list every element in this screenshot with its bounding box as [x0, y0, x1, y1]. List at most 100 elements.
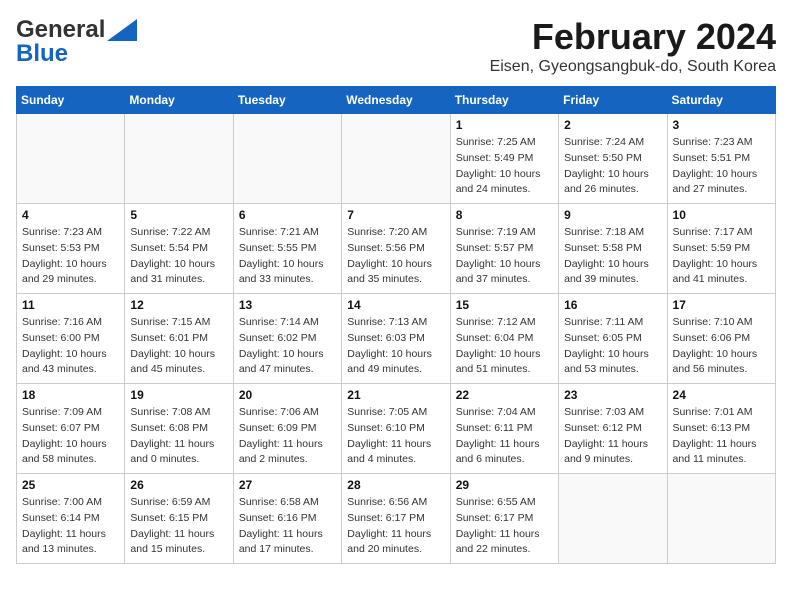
calendar-cell: 25 Sunrise: 7:00 AMSunset: 6:14 PMDayligh…: [17, 474, 125, 564]
day-info: Sunrise: 7:21 AMSunset: 5:55 PMDaylight:…: [239, 225, 336, 288]
day-info: Sunrise: 7:04 AMSunset: 6:11 PMDaylight:…: [456, 405, 553, 468]
weekday-wednesday: Wednesday: [342, 87, 450, 114]
day-number: 13: [239, 298, 336, 312]
calendar-cell: 26 Sunrise: 6:59 AMSunset: 6:15 PMDayligh…: [125, 474, 233, 564]
logo-icon: [107, 19, 137, 41]
day-info: Sunrise: 7:22 AMSunset: 5:54 PMDaylight:…: [130, 225, 227, 288]
day-info: Sunrise: 7:23 AMSunset: 5:51 PMDaylight:…: [673, 135, 770, 198]
day-info: Sunrise: 6:59 AMSunset: 6:15 PMDaylight:…: [130, 495, 227, 558]
day-number: 24: [673, 388, 770, 402]
calendar-cell: [559, 474, 667, 564]
weekday-tuesday: Tuesday: [233, 87, 341, 114]
day-number: 29: [456, 478, 553, 492]
logo: General Blue: [16, 16, 137, 68]
day-number: 6: [239, 208, 336, 222]
weekday-monday: Monday: [125, 87, 233, 114]
day-info: Sunrise: 7:05 AMSunset: 6:10 PMDaylight:…: [347, 405, 444, 468]
day-number: 28: [347, 478, 444, 492]
day-info: Sunrise: 7:25 AMSunset: 5:49 PMDaylight:…: [456, 135, 553, 198]
day-number: 4: [22, 208, 119, 222]
day-info: Sunrise: 7:23 AMSunset: 5:53 PMDaylight:…: [22, 225, 119, 288]
day-info: Sunrise: 7:03 AMSunset: 6:12 PMDaylight:…: [564, 405, 661, 468]
day-info: Sunrise: 7:01 AMSunset: 6:13 PMDaylight:…: [673, 405, 770, 468]
logo-blue: Blue: [16, 40, 68, 68]
day-number: 26: [130, 478, 227, 492]
day-info: Sunrise: 7:16 AMSunset: 6:00 PMDaylight:…: [22, 315, 119, 378]
day-info: Sunrise: 7:15 AMSunset: 6:01 PMDaylight:…: [130, 315, 227, 378]
calendar-cell: 2Sunrise: 7:24 AMSunset: 5:50 PMDaylight…: [559, 114, 667, 204]
calendar-cell: 5 Sunrise: 7:22 AMSunset: 5:54 PMDaylight…: [125, 204, 233, 294]
calendar-cell: 20Sunrise: 7:06 AMSunset: 6:09 PMDayligh…: [233, 384, 341, 474]
day-info: Sunrise: 7:10 AMSunset: 6:06 PMDaylight:…: [673, 315, 770, 378]
day-info: Sunrise: 6:55 AMSunset: 6:17 PMDaylight:…: [456, 495, 553, 558]
day-number: 3: [673, 118, 770, 132]
day-number: 9: [564, 208, 661, 222]
day-info: Sunrise: 7:08 AMSunset: 6:08 PMDaylight:…: [130, 405, 227, 468]
month-title: February 2024: [490, 16, 776, 58]
calendar-cell: 23 Sunrise: 7:03 AMSunset: 6:12 PMDayligh…: [559, 384, 667, 474]
calendar-cell: 21 Sunrise: 7:05 AMSunset: 6:10 PMDayligh…: [342, 384, 450, 474]
calendar-cell: 15Sunrise: 7:12 AMSunset: 6:04 PMDayligh…: [450, 294, 558, 384]
weekday-header: SundayMondayTuesdayWednesdayThursdayFrid…: [17, 87, 776, 114]
calendar-cell: 22 Sunrise: 7:04 AMSunset: 6:11 PMDayligh…: [450, 384, 558, 474]
week-row-0: 1Sunrise: 7:25 AMSunset: 5:49 PMDaylight…: [17, 114, 776, 204]
week-row-4: 25 Sunrise: 7:00 AMSunset: 6:14 PMDayligh…: [17, 474, 776, 564]
day-info: Sunrise: 7:20 AMSunset: 5:56 PMDaylight:…: [347, 225, 444, 288]
day-info: Sunrise: 6:58 AMSunset: 6:16 PMDaylight:…: [239, 495, 336, 558]
day-number: 23: [564, 388, 661, 402]
calendar-cell: 27 Sunrise: 6:58 AMSunset: 6:16 PMDayligh…: [233, 474, 341, 564]
calendar-body: 1Sunrise: 7:25 AMSunset: 5:49 PMDaylight…: [17, 114, 776, 564]
calendar-cell: 17 Sunrise: 7:10 AMSunset: 6:06 PMDayligh…: [667, 294, 775, 384]
calendar-cell: [125, 114, 233, 204]
day-number: 7: [347, 208, 444, 222]
calendar-cell: 16 Sunrise: 7:11 AMSunset: 6:05 PMDayligh…: [559, 294, 667, 384]
calendar-cell: [667, 474, 775, 564]
day-number: 12: [130, 298, 227, 312]
calendar-cell: 9 Sunrise: 7:18 AMSunset: 5:58 PMDaylight…: [559, 204, 667, 294]
day-info: Sunrise: 7:00 AMSunset: 6:14 PMDaylight:…: [22, 495, 119, 558]
calendar-cell: 7 Sunrise: 7:20 AMSunset: 5:56 PMDaylight…: [342, 204, 450, 294]
day-number: 14: [347, 298, 444, 312]
location-title: Eisen, Gyeongsangbuk-do, South Korea: [490, 58, 776, 76]
day-number: 5: [130, 208, 227, 222]
calendar-cell: 28 Sunrise: 6:56 AMSunset: 6:17 PMDayligh…: [342, 474, 450, 564]
calendar-cell: 6 Sunrise: 7:21 AMSunset: 5:55 PMDaylight…: [233, 204, 341, 294]
calendar-cell: 1Sunrise: 7:25 AMSunset: 5:49 PMDaylight…: [450, 114, 558, 204]
calendar-cell: 29 Sunrise: 6:55 AMSunset: 6:17 PMDayligh…: [450, 474, 558, 564]
week-row-2: 11Sunrise: 7:16 AMSunset: 6:00 PMDayligh…: [17, 294, 776, 384]
day-number: 17: [673, 298, 770, 312]
day-info: Sunrise: 6:56 AMSunset: 6:17 PMDaylight:…: [347, 495, 444, 558]
day-number: 16: [564, 298, 661, 312]
day-number: 25: [22, 478, 119, 492]
weekday-thursday: Thursday: [450, 87, 558, 114]
weekday-friday: Friday: [559, 87, 667, 114]
calendar-cell: 13 Sunrise: 7:14 AMSunset: 6:02 PMDayligh…: [233, 294, 341, 384]
day-info: Sunrise: 7:09 AMSunset: 6:07 PMDaylight:…: [22, 405, 119, 468]
calendar: SundayMondayTuesdayWednesdayThursdayFrid…: [16, 86, 776, 564]
day-info: Sunrise: 7:12 AMSunset: 6:04 PMDaylight:…: [456, 315, 553, 378]
calendar-cell: 19Sunrise: 7:08 AMSunset: 6:08 PMDayligh…: [125, 384, 233, 474]
week-row-1: 4 Sunrise: 7:23 AMSunset: 5:53 PMDaylight…: [17, 204, 776, 294]
weekday-saturday: Saturday: [667, 87, 775, 114]
header: General Blue February 2024 Eisen, Gyeong…: [16, 16, 776, 76]
calendar-cell: 24 Sunrise: 7:01 AMSunset: 6:13 PMDayligh…: [667, 384, 775, 474]
day-info: Sunrise: 7:17 AMSunset: 5:59 PMDaylight:…: [673, 225, 770, 288]
calendar-cell: 4 Sunrise: 7:23 AMSunset: 5:53 PMDaylight…: [17, 204, 125, 294]
calendar-cell: 10 Sunrise: 7:17 AMSunset: 5:59 PMDayligh…: [667, 204, 775, 294]
calendar-cell: 11Sunrise: 7:16 AMSunset: 6:00 PMDayligh…: [17, 294, 125, 384]
day-info: Sunrise: 7:11 AMSunset: 6:05 PMDaylight:…: [564, 315, 661, 378]
calendar-cell: 14Sunrise: 7:13 AMSunset: 6:03 PMDayligh…: [342, 294, 450, 384]
day-number: 27: [239, 478, 336, 492]
week-row-3: 18 Sunrise: 7:09 AMSunset: 6:07 PMDayligh…: [17, 384, 776, 474]
day-info: Sunrise: 7:19 AMSunset: 5:57 PMDaylight:…: [456, 225, 553, 288]
day-info: Sunrise: 7:18 AMSunset: 5:58 PMDaylight:…: [564, 225, 661, 288]
day-info: Sunrise: 7:24 AMSunset: 5:50 PMDaylight:…: [564, 135, 661, 198]
day-number: 10: [673, 208, 770, 222]
day-number: 18: [22, 388, 119, 402]
calendar-cell: [233, 114, 341, 204]
weekday-sunday: Sunday: [17, 87, 125, 114]
day-number: 8: [456, 208, 553, 222]
day-number: 21: [347, 388, 444, 402]
day-number: 22: [456, 388, 553, 402]
day-info: Sunrise: 7:14 AMSunset: 6:02 PMDaylight:…: [239, 315, 336, 378]
